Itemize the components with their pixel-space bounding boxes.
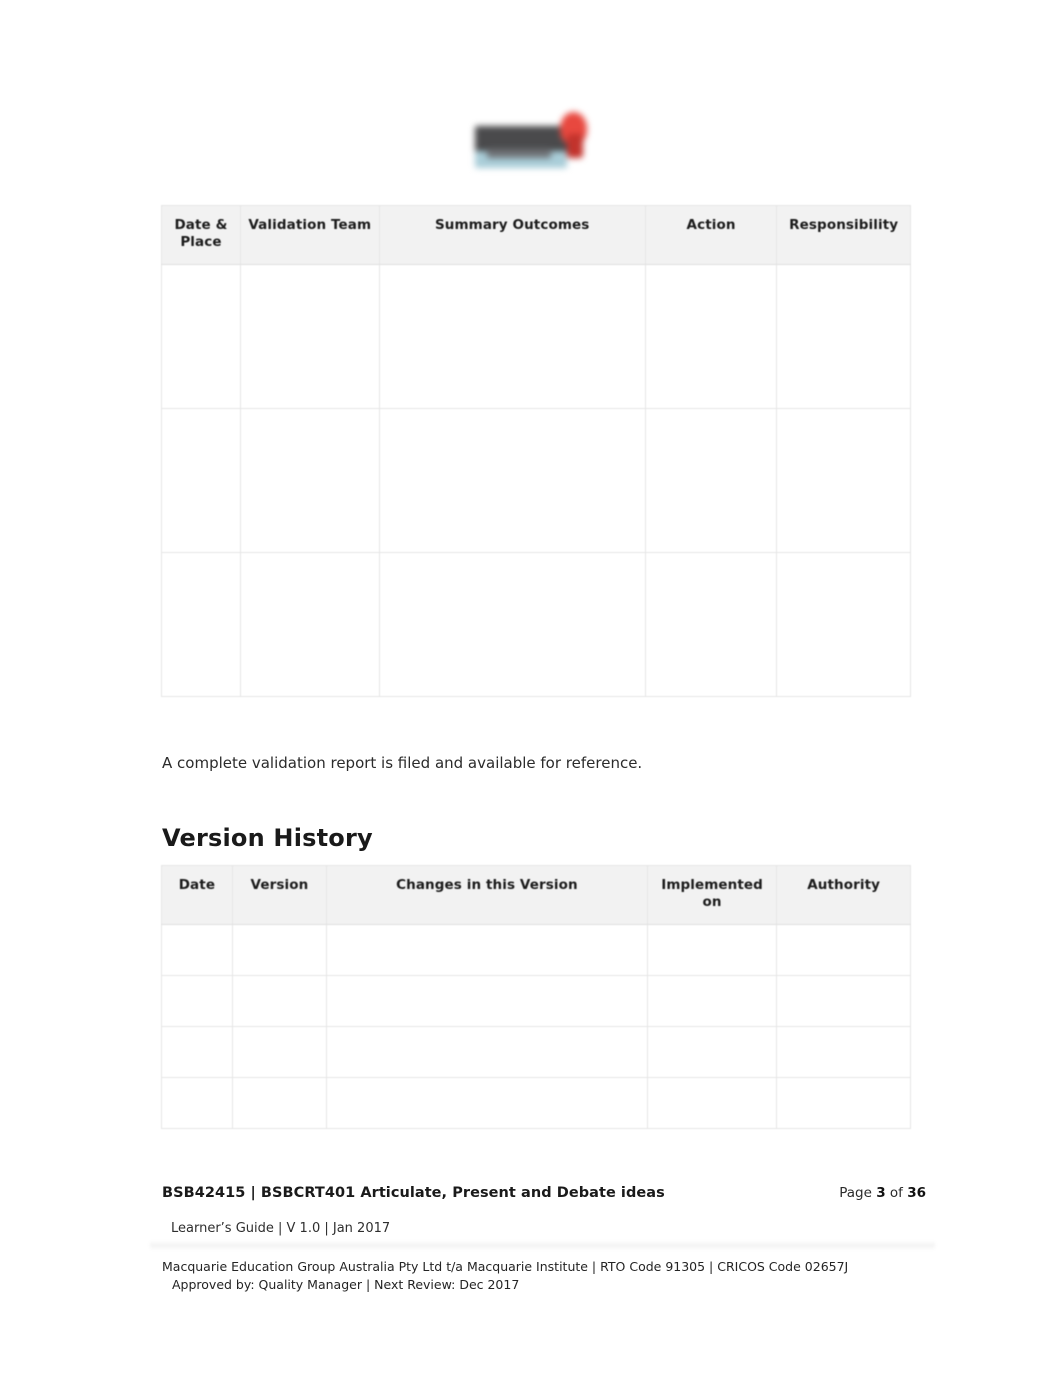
cell-date[interactable] [161, 1076, 233, 1129]
cell-action[interactable] [644, 407, 778, 553]
cell-implemented-on[interactable] [646, 974, 778, 1027]
cell-authority[interactable] [776, 1025, 911, 1078]
validation-outcomes-table: Date & Place Validation Team Summary Out… [161, 205, 911, 697]
logo-red-stem-icon [567, 134, 583, 158]
cell-changes[interactable] [325, 1076, 648, 1129]
column-header-changes: Changes in this Version [325, 865, 648, 925]
cell-authority[interactable] [776, 923, 911, 976]
table-row [161, 551, 911, 697]
table-row [161, 1076, 911, 1129]
table-row [161, 407, 911, 553]
cell-validation-team[interactable] [239, 551, 380, 697]
cell-summary-outcomes[interactable] [378, 551, 646, 697]
cell-version[interactable] [231, 1025, 327, 1078]
column-header-version: Version [231, 865, 327, 925]
logo-wordmark-middle [487, 149, 551, 158]
column-header-implemented-on: Implemented on [646, 865, 778, 925]
cell-date[interactable] [161, 923, 233, 976]
cell-version[interactable] [231, 974, 327, 1027]
cell-date-place[interactable] [161, 407, 241, 553]
page-current: 3 [876, 1185, 886, 1201]
cell-changes[interactable] [325, 1025, 648, 1078]
logo-container [0, 108, 1062, 180]
cell-version[interactable] [231, 923, 327, 976]
footer-course-title: BSB42415 | BSBCRT401 Articulate, Present… [162, 1185, 665, 1201]
table-row [161, 923, 911, 976]
cell-version[interactable] [231, 1076, 327, 1129]
column-header-summary-outcomes: Summary Outcomes [378, 205, 646, 265]
column-header-authority: Authority [776, 865, 911, 925]
cell-summary-outcomes[interactable] [378, 407, 646, 553]
cell-date-place[interactable] [161, 263, 241, 409]
column-header-date: Date [161, 865, 233, 925]
page-label: Page [839, 1185, 872, 1201]
cell-responsibility[interactable] [776, 551, 911, 697]
cell-implemented-on[interactable] [646, 923, 778, 976]
footer-legal-line-1: Macquarie Education Group Australia Pty … [162, 1259, 849, 1274]
footer-legal-block: Macquarie Education Group Australia Pty … [162, 1259, 952, 1292]
cell-action[interactable] [644, 551, 778, 697]
cell-implemented-on[interactable] [646, 1076, 778, 1129]
cell-implemented-on[interactable] [646, 1025, 778, 1078]
table-row [161, 974, 911, 1027]
table-row [161, 263, 911, 409]
cell-date[interactable] [161, 1025, 233, 1078]
cell-validation-team[interactable] [239, 407, 380, 553]
document-page: Date & Place Validation Team Summary Out… [0, 0, 1062, 1377]
column-header-responsibility: Responsibility [776, 205, 911, 265]
cell-date[interactable] [161, 974, 233, 1027]
cell-summary-outcomes[interactable] [378, 263, 646, 409]
cell-responsibility[interactable] [776, 407, 911, 553]
page-of-label: of [889, 1185, 903, 1201]
footer-divider [150, 1241, 935, 1250]
column-header-date-place: Date & Place [161, 205, 241, 265]
cell-changes[interactable] [325, 923, 648, 976]
cell-authority[interactable] [776, 1076, 911, 1129]
version-history-table: Date Version Changes in this Version Imp… [161, 865, 911, 1129]
cell-authority[interactable] [776, 974, 911, 1027]
column-header-action: Action [644, 205, 778, 265]
table-header-row: Date & Place Validation Team Summary Out… [161, 205, 911, 265]
validation-report-note: A complete validation report is filed an… [162, 754, 643, 772]
cell-date-place[interactable] [161, 551, 241, 697]
column-header-validation-team: Validation Team [239, 205, 380, 265]
cell-responsibility[interactable] [776, 263, 911, 409]
cell-changes[interactable] [325, 974, 648, 1027]
macquarie-institute-logo-icon [469, 108, 593, 180]
footer-page-number: Page 3 of 36 [839, 1185, 926, 1201]
table-header-row: Date Version Changes in this Version Imp… [161, 865, 911, 925]
footer-legal-line-2: Approved by: Quality Manager | Next Revi… [172, 1277, 520, 1292]
cell-validation-team[interactable] [239, 263, 380, 409]
footer-guide-version: Learner’s Guide | V 1.0 | Jan 2017 [171, 1221, 391, 1236]
table-row [161, 1025, 911, 1078]
cell-action[interactable] [644, 263, 778, 409]
page-title: Version History [162, 823, 373, 852]
footer-primary-row: BSB42415 | BSBCRT401 Articulate, Present… [162, 1185, 926, 1201]
page-total: 36 [907, 1185, 926, 1201]
